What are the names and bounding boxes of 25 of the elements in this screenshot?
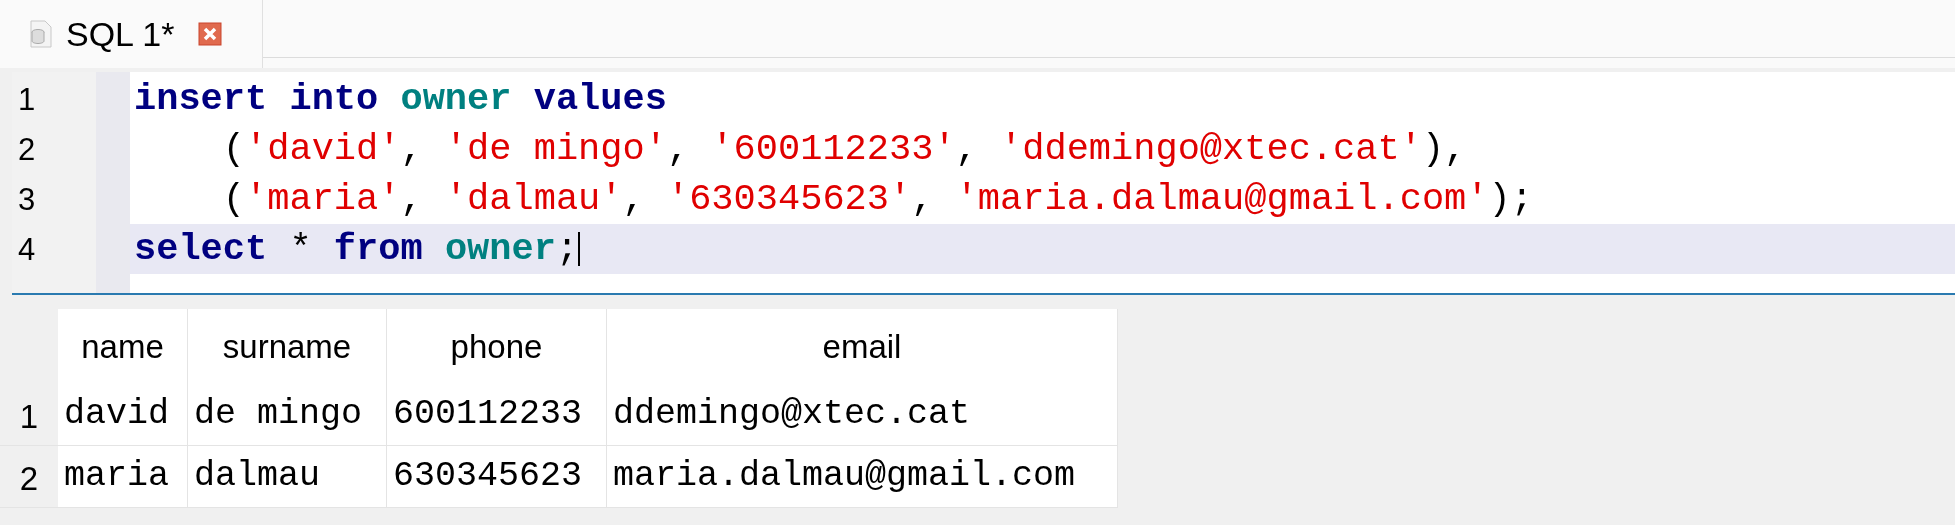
code-editor[interactable]: 1 2 3 4 insert into owner values ('david', 'de mingo', '600112233', 'ddemingo@xtec.cat'), ('maria', 'dalmau', '630345623', 'maria.dalmau@gmail.com'); select * from owner; <box>12 72 1955 295</box>
column-header[interactable]: email <box>607 309 1118 384</box>
code-line: ('maria', 'dalmau', '630345623', 'maria.dalmau@gmail.com'); <box>221 180 1533 218</box>
text-cursor <box>578 232 581 266</box>
close-icon[interactable] <box>198 22 223 46</box>
column-header[interactable]: surname <box>188 309 387 384</box>
table-cell: david <box>58 384 188 446</box>
table-cell: de mingo <box>188 384 387 446</box>
line-number: 4 <box>18 233 36 265</box>
code-line: ('david', 'de mingo', '600112233', 'ddemingo@xtec.cat'), <box>221 130 1467 168</box>
table-cell: dalmau <box>188 446 387 508</box>
table-cell: 600112233 <box>387 384 607 446</box>
table-cell: maria <box>58 446 188 508</box>
table-cell: maria.dalmau@gmail.com <box>607 446 1118 508</box>
code-line: select * from owner; <box>134 230 579 268</box>
line-number: 2 <box>18 133 36 165</box>
column-header[interactable]: name <box>58 309 188 384</box>
document-icon <box>28 20 54 48</box>
table-cell: ddemingo@xtec.cat <box>607 384 1118 446</box>
column-header[interactable]: phone <box>387 309 607 384</box>
code-line: insert into owner values <box>134 80 667 118</box>
line-number: 1 <box>18 83 36 115</box>
line-number: 3 <box>18 183 36 215</box>
tab-label: SQL 1* <box>66 13 175 55</box>
table-cell: 630345623 <box>387 446 607 508</box>
